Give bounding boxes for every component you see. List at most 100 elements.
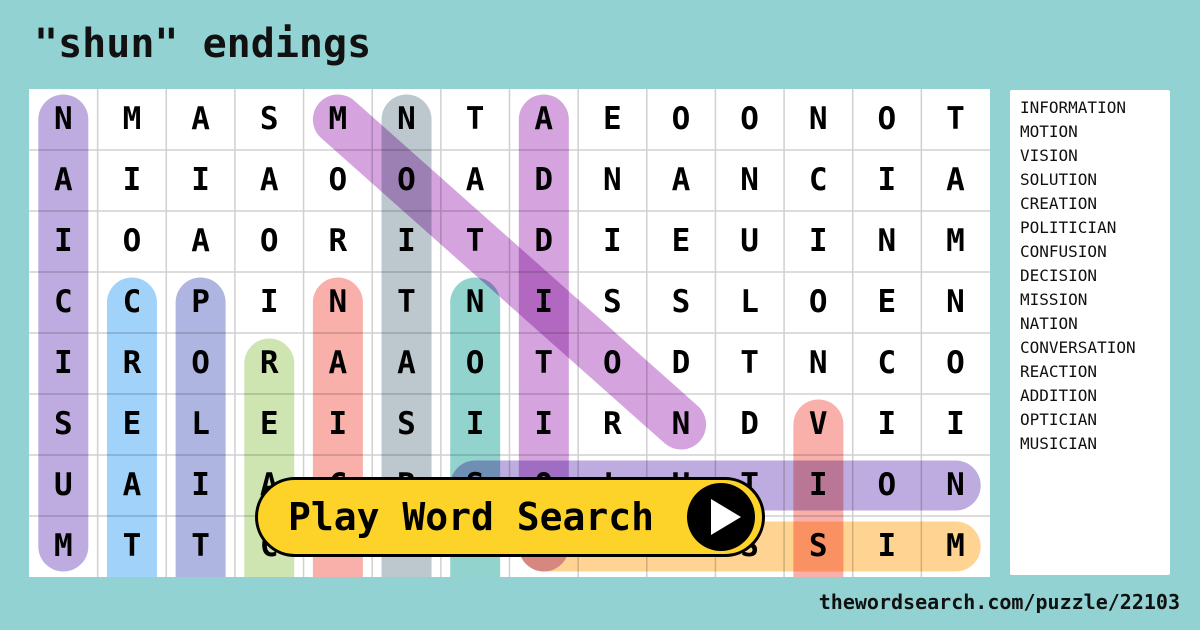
grid-cell[interactable]: U [715,211,784,272]
grid-cell[interactable]: S [647,272,716,333]
grid-cell[interactable]: I [509,394,578,455]
grid-cell[interactable]: O [784,272,853,333]
grid-cell[interactable]: A [166,211,235,272]
grid-cell[interactable]: I [853,394,922,455]
grid-cell[interactable]: N [784,89,853,150]
grid-cell[interactable]: P [166,272,235,333]
grid-cell[interactable]: I [304,394,373,455]
grid-cell[interactable]: I [98,150,167,211]
grid-cell[interactable]: A [509,89,578,150]
grid-cell[interactable]: S [29,394,98,455]
grid-cell[interactable]: A [98,455,167,516]
grid-cell[interactable]: I [853,516,922,577]
footer-url[interactable]: thewordsearch.com/puzzle/22103 [819,588,1180,616]
grid-cell[interactable]: O [647,89,716,150]
grid-cell[interactable]: I [29,211,98,272]
grid-cell[interactable]: N [441,272,510,333]
grid-cell[interactable]: T [98,516,167,577]
grid-cell[interactable]: I [509,272,578,333]
grid-cell[interactable]: R [235,333,304,394]
grid-cell[interactable]: M [304,89,373,150]
grid-cell[interactable]: I [29,333,98,394]
grid-cell[interactable]: L [715,272,784,333]
word-list-item: MOTION [1020,122,1078,141]
grid-cell[interactable]: A [921,150,990,211]
grid-cell[interactable]: C [853,333,922,394]
grid-cell[interactable]: T [372,272,441,333]
grid-cell[interactable]: L [166,394,235,455]
grid-cell[interactable]: O [921,333,990,394]
grid-cell[interactable]: S [784,516,853,577]
grid-cell[interactable]: A [235,150,304,211]
grid-cell[interactable]: O [235,211,304,272]
grid-cell[interactable]: E [98,394,167,455]
grid-cell[interactable]: C [98,272,167,333]
grid-cell[interactable]: T [441,211,510,272]
grid-cell[interactable]: S [235,89,304,150]
grid-cell[interactable]: I [853,150,922,211]
grid-cell[interactable]: T [441,89,510,150]
grid-cell[interactable]: N [853,211,922,272]
grid-cell[interactable]: I [235,272,304,333]
grid-cell[interactable]: T [509,333,578,394]
grid-cell[interactable]: N [372,89,441,150]
grid-cell[interactable]: I [441,394,510,455]
grid-cell[interactable]: O [715,89,784,150]
grid-cell[interactable]: D [647,333,716,394]
grid-cell[interactable]: S [578,272,647,333]
grid-cell[interactable]: N [784,333,853,394]
grid-cell[interactable]: R [578,394,647,455]
grid-cell[interactable]: C [784,150,853,211]
grid-cell[interactable]: O [98,211,167,272]
grid-cell[interactable]: N [304,272,373,333]
play-word-search-button[interactable]: Play Word Search [255,477,765,557]
grid-cell[interactable]: U [29,455,98,516]
grid-cell[interactable]: A [166,89,235,150]
grid-cell[interactable]: O [578,333,647,394]
grid-cell[interactable]: E [853,272,922,333]
grid-cell[interactable]: A [372,333,441,394]
grid-cell[interactable]: C [29,272,98,333]
grid-cell[interactable]: I [784,211,853,272]
grid-cell[interactable]: I [372,211,441,272]
grid-cell[interactable]: M [98,89,167,150]
grid-cell[interactable]: M [921,516,990,577]
grid-cell[interactable]: T [715,333,784,394]
grid-cell[interactable]: S [372,394,441,455]
grid-cell[interactable]: N [921,455,990,516]
grid-cell[interactable]: M [29,516,98,577]
grid-cell[interactable]: R [304,211,373,272]
grid-cell[interactable]: E [235,394,304,455]
grid-cell[interactable]: O [372,150,441,211]
grid-cell[interactable]: V [784,394,853,455]
grid-cell[interactable]: R [98,333,167,394]
grid-cell[interactable]: A [441,150,510,211]
grid-cell[interactable]: I [578,211,647,272]
grid-cell[interactable]: N [578,150,647,211]
grid-cell[interactable]: D [509,150,578,211]
grid-cell[interactable]: I [921,394,990,455]
grid-cell[interactable]: M [921,211,990,272]
grid-cell[interactable]: N [715,150,784,211]
grid-cell[interactable]: O [166,333,235,394]
grid-cell[interactable]: I [784,455,853,516]
grid-cell[interactable]: A [304,333,373,394]
grid-cell[interactable]: N [921,272,990,333]
grid-cell[interactable]: O [853,89,922,150]
grid-cell[interactable]: D [715,394,784,455]
grid-cell[interactable]: E [647,211,716,272]
grid-cell[interactable]: T [921,89,990,150]
grid-cell[interactable]: N [647,394,716,455]
grid-cell[interactable]: A [647,150,716,211]
grid-cell[interactable]: T [166,516,235,577]
word-list-item: REACTION [1020,362,1098,381]
grid-cell[interactable]: O [441,333,510,394]
grid-cell[interactable]: I [166,150,235,211]
grid-cell[interactable]: N [29,89,98,150]
grid-cell[interactable]: I [166,455,235,516]
grid-cell[interactable]: O [853,455,922,516]
grid-cell[interactable]: A [29,150,98,211]
grid-cell[interactable]: D [509,211,578,272]
grid-cell[interactable]: E [578,89,647,150]
grid-cell[interactable]: O [304,150,373,211]
